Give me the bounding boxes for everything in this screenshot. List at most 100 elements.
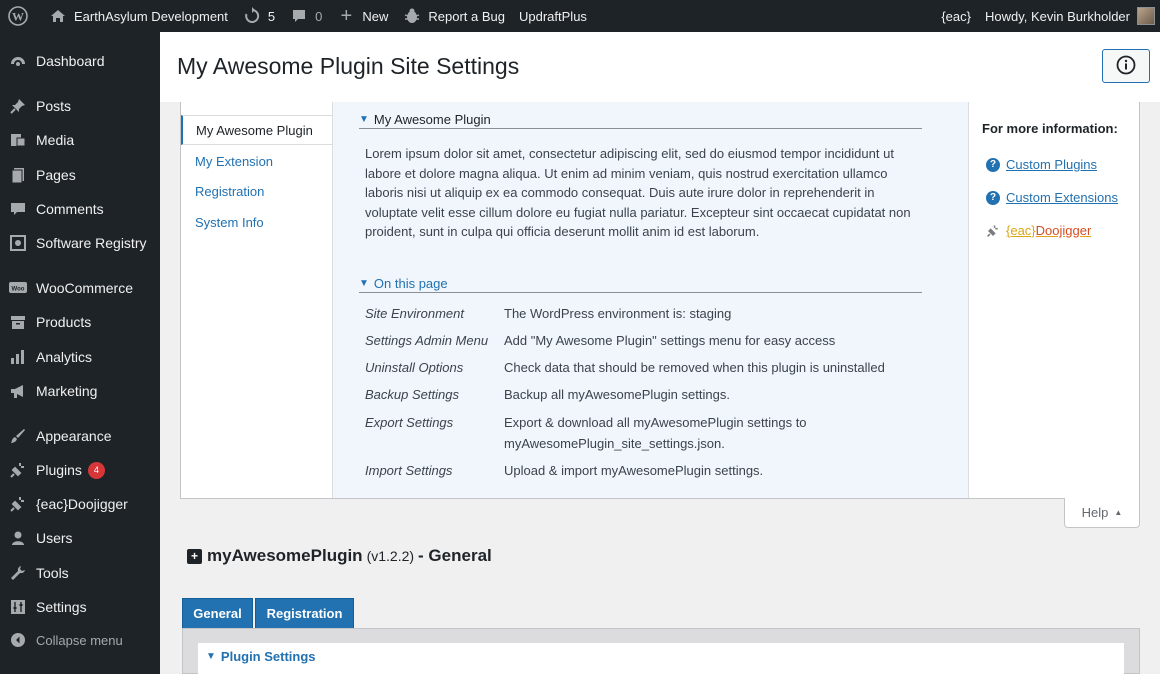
plugin-version: (v1.2.2) bbox=[366, 548, 415, 564]
collapse-arrow-icon bbox=[0, 632, 36, 648]
report-bug-label: Report a Bug bbox=[428, 8, 505, 24]
help-toggle-button[interactable]: Help ▲ bbox=[1064, 498, 1140, 528]
eac-link[interactable]: {eac} bbox=[934, 0, 978, 32]
help-row-key: Site Environment bbox=[365, 306, 464, 321]
updates-link[interactable]: 5 bbox=[235, 0, 282, 32]
user-icon bbox=[0, 529, 36, 547]
site-name-link[interactable]: EarthAsylum Development bbox=[41, 0, 235, 32]
woo-icon: Woo bbox=[0, 280, 36, 296]
menu-plugins[interactable]: Plugins 4 bbox=[0, 453, 160, 487]
menu-software-registry[interactable]: Software Registry bbox=[0, 226, 160, 260]
help-circle-icon: ? bbox=[986, 157, 1000, 172]
comments-count: 0 bbox=[315, 8, 323, 24]
pin-icon bbox=[0, 97, 36, 115]
info-button[interactable] bbox=[1102, 49, 1150, 83]
plugin-settings-toggle[interactable]: ▼ Plugin Settings bbox=[206, 649, 316, 664]
on-this-page-toggle[interactable]: ▼ On this page bbox=[359, 274, 922, 293]
help-sidebar: For more information: ? Custom Plugins ?… bbox=[969, 102, 1140, 498]
tab-general[interactable]: General bbox=[182, 598, 253, 628]
new-label: New bbox=[362, 8, 389, 24]
comment-icon bbox=[0, 200, 36, 218]
tab-registration[interactable]: Registration bbox=[255, 598, 354, 628]
help-row-key: Uninstall Options bbox=[365, 360, 464, 375]
help-row-value: Export & download all myAwesomePlugin se… bbox=[504, 415, 807, 451]
on-this-page-label: On this page bbox=[373, 275, 448, 291]
menu-users[interactable]: Users bbox=[0, 521, 160, 555]
help-tab-my-extension[interactable]: My Extension bbox=[181, 146, 332, 176]
menu-tools[interactable]: Tools bbox=[0, 556, 160, 590]
menu-media[interactable]: Media bbox=[0, 123, 160, 157]
contextual-help-panel: My Awesome Plugin My Extension Registrat… bbox=[180, 102, 1140, 499]
settings-panel: ▼ Plugin Settings bbox=[182, 628, 1140, 674]
sliders-icon bbox=[0, 598, 36, 616]
help-content: ▼ My Awesome Plugin Lorem ipsum dolor si… bbox=[332, 102, 969, 498]
menu-marketing[interactable]: Marketing bbox=[0, 374, 160, 408]
eac-label: {eac} bbox=[941, 8, 971, 24]
menu-dashboard[interactable]: Dashboard bbox=[0, 44, 160, 78]
menu-pages[interactable]: Pages bbox=[0, 158, 160, 192]
menu-eac-doojigger[interactable]: {eac}Doojigger bbox=[0, 487, 160, 521]
plug-icon bbox=[0, 461, 36, 479]
custom-extensions-link[interactable]: ? Custom Extensions bbox=[986, 190, 1118, 205]
new-content-link[interactable]: + New bbox=[329, 0, 395, 32]
updraftplus-label: UpdraftPlus bbox=[519, 8, 587, 24]
brush-icon bbox=[0, 427, 36, 445]
howdy-text: Howdy, Kevin Burkholder bbox=[985, 8, 1130, 24]
admin-menu: Dashboard Posts Media Pages Comments Sof… bbox=[0, 32, 160, 674]
menu-analytics[interactable]: Analytics bbox=[0, 340, 160, 374]
comment-icon bbox=[289, 6, 309, 26]
dashboard-icon bbox=[0, 52, 36, 70]
updraftplus-link[interactable]: UpdraftPlus bbox=[512, 0, 594, 32]
help-toggle-label: Help bbox=[1081, 505, 1109, 520]
plugin-settings-box: ▼ Plugin Settings bbox=[198, 643, 1124, 674]
avatar bbox=[1137, 7, 1155, 25]
info-icon bbox=[1116, 55, 1136, 78]
help-tab-registration[interactable]: Registration bbox=[181, 176, 332, 206]
updates-icon bbox=[242, 6, 262, 26]
plug-icon bbox=[986, 224, 1000, 238]
triangle-down-icon: ▼ bbox=[206, 651, 216, 662]
my-account-link[interactable]: Howdy, Kevin Burkholder bbox=[978, 0, 1160, 32]
wordpress-logo-button[interactable]: W bbox=[0, 0, 41, 32]
comments-link[interactable]: 0 bbox=[282, 0, 329, 32]
registry-icon bbox=[0, 234, 36, 252]
plus-icon: + bbox=[340, 4, 353, 27]
help-row-key: Export Settings bbox=[365, 415, 454, 430]
report-bug-link[interactable]: Report a Bug bbox=[395, 0, 512, 32]
menu-woocommerce[interactable]: Woo WooCommerce bbox=[0, 271, 160, 305]
admin-bar: W EarthAsylum Development 5 0 + New Repo… bbox=[0, 0, 1160, 32]
triangle-down-icon: ▼ bbox=[359, 113, 369, 125]
svg-text:W: W bbox=[12, 10, 24, 24]
section-title: My Awesome Plugin bbox=[373, 111, 491, 127]
megaphone-icon bbox=[0, 382, 36, 400]
help-tab-system-info[interactable]: System Info bbox=[181, 207, 332, 237]
help-row-key: Settings Admin Menu bbox=[365, 333, 489, 348]
eac-doojigger-link[interactable]: {eac} Doojigger bbox=[986, 223, 1091, 238]
media-icon bbox=[0, 131, 36, 149]
section-my-awesome-plugin-toggle[interactable]: ▼ My Awesome Plugin bbox=[359, 110, 922, 129]
updates-count: 5 bbox=[267, 8, 276, 24]
wordpress-logo-icon: W bbox=[8, 6, 28, 26]
home-icon bbox=[48, 6, 68, 26]
triangle-down-icon: ▼ bbox=[359, 277, 369, 289]
page-title: My Awesome Plugin Site Settings bbox=[177, 53, 520, 79]
help-row-value: Backup all myAwesomePlugin settings. bbox=[504, 387, 730, 402]
plug-icon bbox=[0, 495, 36, 513]
help-row-key: Backup Settings bbox=[365, 387, 459, 402]
help-tab-my-awesome-plugin[interactable]: My Awesome Plugin bbox=[181, 115, 332, 145]
menu-appearance[interactable]: Appearance bbox=[0, 419, 160, 453]
wrench-icon bbox=[0, 564, 36, 582]
menu-settings[interactable]: Settings bbox=[0, 590, 160, 624]
menu-comments[interactable]: Comments bbox=[0, 192, 160, 226]
help-circle-icon: ? bbox=[986, 190, 1000, 205]
help-row-value: Add "My Awesome Plugin" settings menu fo… bbox=[504, 333, 836, 348]
custom-plugins-link[interactable]: ? Custom Plugins bbox=[986, 157, 1097, 172]
plugin-logo-icon: + bbox=[187, 548, 202, 564]
menu-posts[interactable]: Posts bbox=[0, 89, 160, 123]
menu-products[interactable]: Products bbox=[0, 305, 160, 339]
archive-icon bbox=[0, 313, 36, 331]
help-row-value: Upload & import myAwesomePlugin settings… bbox=[504, 463, 764, 478]
help-description: Lorem ipsum dolor sit amet, consectetur … bbox=[365, 146, 911, 240]
collapse-menu-button[interactable]: Collapse menu bbox=[0, 623, 160, 657]
svg-text:Woo: Woo bbox=[12, 287, 25, 293]
